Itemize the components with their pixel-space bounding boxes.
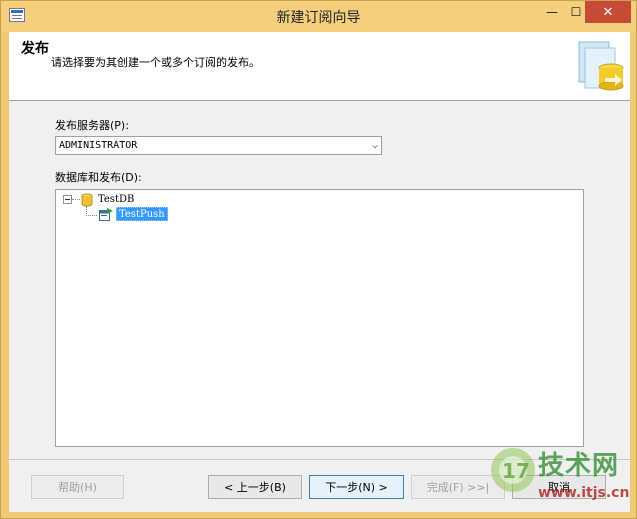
publisher-select-value: ADMINISTRATOR xyxy=(59,140,138,151)
tree-collapse-icon[interactable] xyxy=(63,195,72,204)
next-button[interactable]: 下一步(N) > xyxy=(309,475,404,499)
databases-publications-label: 数据库和发布(D): xyxy=(55,171,142,184)
wizard-graphic-icon xyxy=(578,41,624,91)
minimize-button[interactable]: — xyxy=(539,1,565,23)
title-bar[interactable]: 新建订阅向导 — ☐ ✕ xyxy=(1,1,636,32)
wizard-header: 发布 请选择要为其创建一个或多个订阅的发布。 xyxy=(9,32,630,101)
page-description: 请选择要为其创建一个或多个订阅的发布。 xyxy=(51,56,260,69)
publisher-select[interactable]: ADMINISTRATOR ⌵ xyxy=(55,136,382,155)
publications-tree[interactable]: TestDB TestPush xyxy=(55,189,584,447)
tree-item-database[interactable]: TestDB xyxy=(98,194,134,205)
page-title: 发布 xyxy=(21,41,49,57)
wizard-window: 新建订阅向导 — ☐ ✕ 发布 请选择要为其创建一个或多个订阅的发布。 发布服务… xyxy=(0,0,637,519)
svg-text:17: 17 xyxy=(502,459,530,483)
watermark-url: www.itjs.cn xyxy=(538,485,630,501)
tree-connector xyxy=(72,199,80,200)
back-button[interactable]: < 上一步(B) xyxy=(208,475,302,499)
watermark-brand: 技术网 xyxy=(538,451,620,481)
tree-item-publication[interactable]: TestPush xyxy=(116,207,168,221)
database-icon xyxy=(81,193,93,207)
dropdown-arrow-icon[interactable]: ⌵ xyxy=(372,137,378,154)
publication-icon xyxy=(99,208,113,221)
publisher-label: 发布服务器(P): xyxy=(55,119,129,132)
close-button[interactable]: ✕ xyxy=(585,1,631,23)
tree-connector xyxy=(86,215,97,216)
help-button[interactable]: 帮助(H) xyxy=(31,475,124,499)
